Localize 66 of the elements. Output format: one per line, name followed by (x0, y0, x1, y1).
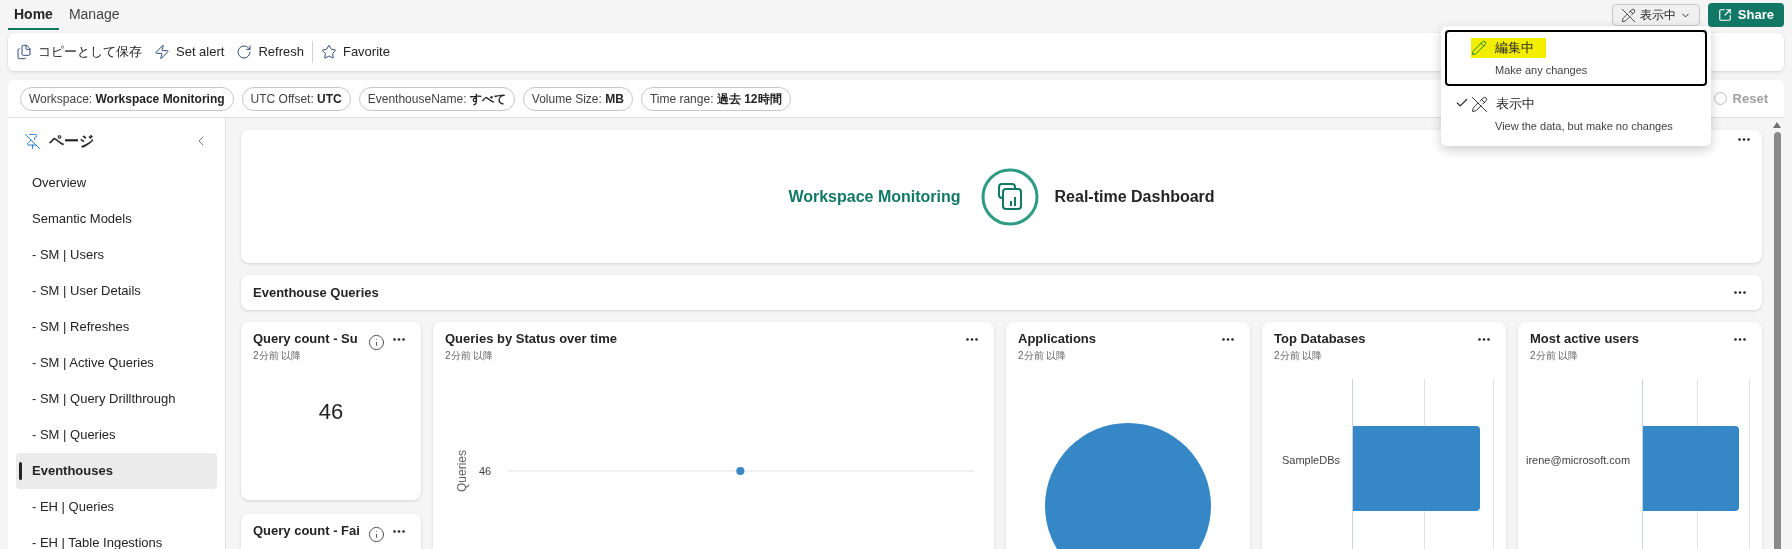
dashboard-logo-icon (980, 167, 1039, 226)
tile-time: 2分前 以降 (1530, 349, 1580, 363)
stat-value: 46 (318, 398, 344, 426)
toolbar-button[interactable]: Refresh (236, 42, 304, 62)
nav-item[interactable]: - SM | Query Drillthrough (16, 380, 217, 417)
tile-time: 2分前 以降 (1018, 349, 1068, 363)
tile-time: 2分前 以降 (1274, 349, 1324, 363)
axis-label: Queries (454, 450, 467, 492)
tile-title: Applications (1018, 330, 1097, 348)
nav-item[interactable]: Eventhouses (16, 452, 217, 489)
more-icon (1734, 291, 1746, 294)
more-icon (393, 530, 405, 533)
category-label: SampleDBs (1281, 453, 1340, 469)
toolbar-button[interactable]: Set alert (154, 42, 225, 62)
tab[interactable]: Home (8, 0, 59, 30)
tab[interactable]: Manage (62, 0, 126, 30)
sidebar-title: ページ (49, 131, 94, 151)
tile-title: Most active users (1530, 330, 1641, 348)
nav-item[interactable]: - SM | Queries (16, 416, 217, 453)
tile-title: Top Databases (1274, 330, 1367, 348)
pencil-icon (1471, 40, 1487, 56)
tile-time: 2分前 以降 (445, 349, 495, 363)
tile-title: Query count - Su (253, 330, 359, 348)
refresh-icon (236, 44, 253, 60)
toolbar-button[interactable]: Favorite (320, 42, 390, 62)
check-icon (1455, 96, 1469, 110)
pencil-off-icon (1471, 96, 1488, 113)
tile-title: Query count - Fai (253, 522, 361, 540)
pencil-off-icon (1620, 7, 1636, 23)
banner-title: Workspace Monitoring (788, 186, 961, 207)
nav-item[interactable]: Overview (16, 164, 217, 201)
more-icon (1738, 138, 1750, 141)
nav-item[interactable]: - SM | Refreshes (16, 308, 217, 345)
copy-icon (16, 44, 32, 60)
nav-item[interactable]: - SM | Users (16, 236, 217, 273)
nav-item[interactable]: - SM | User Details (16, 272, 217, 309)
info-icon[interactable] (368, 334, 385, 351)
bolt-icon (154, 44, 170, 60)
nav-item[interactable]: - SM | Active Queries (16, 344, 217, 381)
menu-item-description: Make any changes (1495, 62, 1589, 78)
share-button[interactable]: Share (1707, 3, 1784, 27)
pin-icon (24, 132, 41, 150)
more-icon (1222, 338, 1234, 341)
menu-item-title: 表示中 (1496, 95, 1535, 113)
toolbar-button[interactable]: コピーとして保存 (16, 42, 142, 62)
mode-button[interactable]: 表示中 (1611, 4, 1700, 26)
tile-time: 2分前 以降 (253, 349, 303, 363)
category-label: irene@microsoft.com (1526, 453, 1631, 469)
share-icon (1717, 8, 1732, 22)
banner-subtitle: Real-time Dashboard (1054, 186, 1215, 207)
menu-item-description: View the data, but make no changes (1495, 118, 1674, 134)
star-icon (320, 44, 337, 60)
more-icon (1734, 338, 1746, 341)
tick-label: 46 (479, 463, 492, 479)
nav-item[interactable]: - EH | Queries (16, 488, 217, 525)
section-title: Eventhouse Queries (253, 283, 380, 302)
tile-title: Queries by Status over time (445, 330, 618, 348)
more-icon (393, 338, 405, 341)
more-icon (966, 338, 978, 341)
menu-item-title: 編集中 (1495, 39, 1534, 57)
nav-item[interactable]: - EH | Table Ingestions (16, 524, 217, 549)
more-icon (1478, 338, 1490, 341)
info-icon[interactable] (368, 526, 385, 543)
menu-item[interactable]: 表示中 View the data, but make no changes (1445, 86, 1707, 142)
nav-item[interactable]: Semantic Models (16, 200, 217, 237)
menu-item[interactable]: 編集中 Make any changes (1445, 30, 1707, 86)
